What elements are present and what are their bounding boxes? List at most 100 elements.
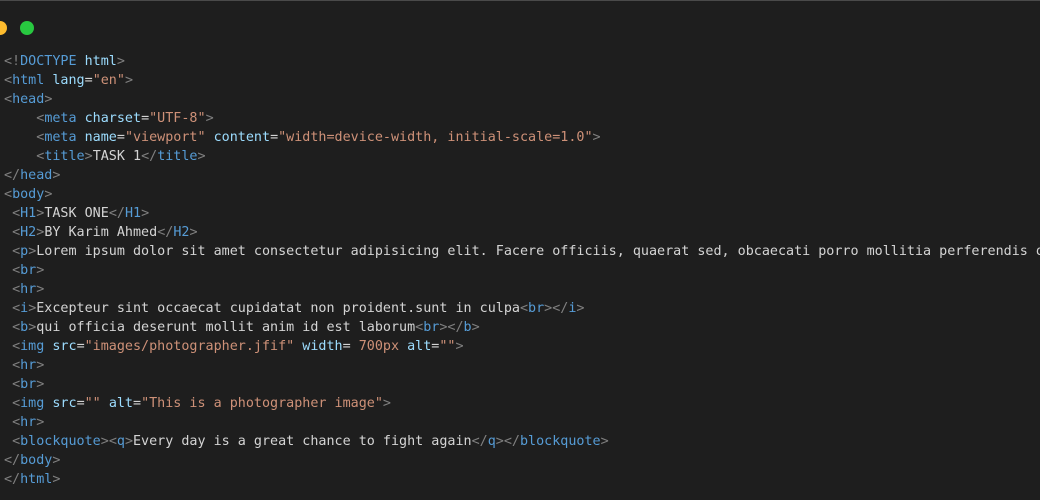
tag-name: hr <box>20 358 37 373</box>
tag-close-punctuation: > <box>124 434 133 449</box>
attribute-value: "images/photographer.jfif" <box>84 339 295 354</box>
tag-open-punctuation: < <box>12 358 21 373</box>
text-content <box>4 130 36 145</box>
title-bar <box>0 1 1040 53</box>
equals-sign: = <box>76 339 85 354</box>
attribute-name: charset <box>84 111 142 126</box>
code-line: <title>TASK 1</title> <box>4 147 1040 166</box>
text-content: Every day is a great chance to fight aga… <box>133 434 472 449</box>
code-window: <!DOCTYPE html> <html lang="en"> <head> <m… <box>0 0 1040 500</box>
tag-open-punctuation: < <box>12 263 21 278</box>
code-line: </head> <box>4 166 1040 185</box>
code-line: <br> <box>4 261 1040 280</box>
tag-name: b <box>463 320 472 335</box>
tag-open-punctuation: <! <box>4 54 21 69</box>
equals-sign: = <box>76 396 85 411</box>
tag-name: DOCTYPE <box>20 54 77 69</box>
tag-name: html <box>12 73 45 88</box>
tag-name: q <box>116 434 125 449</box>
tag-open-punctuation: < <box>4 92 13 107</box>
attribute-value: "" <box>84 396 101 411</box>
code-line: <meta charset="UTF-8"> <box>4 109 1040 128</box>
text-content <box>4 320 12 335</box>
text-content: TASK ONE <box>44 206 109 221</box>
text-content <box>4 244 12 259</box>
attribute-value: "viewport" <box>124 130 206 145</box>
tag-open-punctuation: </ <box>157 225 174 240</box>
tag-close-punctuation: > <box>576 301 585 316</box>
text-content: BY Karim Ahmed <box>44 225 158 240</box>
code-line: <img src="" alt="This is a photographer … <box>4 394 1040 413</box>
code-editor[interactable]: <!DOCTYPE html> <html lang="en"> <head> <m… <box>4 52 1040 489</box>
attribute-value: "en" <box>92 73 125 88</box>
tag-name: q <box>487 434 496 449</box>
code-line: <img src="images/photographer.jfif" widt… <box>4 337 1040 356</box>
code-line: <blockquote><q>Every day is a great chan… <box>4 432 1040 451</box>
tag-name: H2 <box>20 225 37 240</box>
tag-close-punctuation: > <box>36 358 45 373</box>
tag-open-punctuation: < <box>4 187 13 202</box>
zoom-icon[interactable] <box>20 21 34 35</box>
tag-close-punctuation: > <box>52 453 61 468</box>
tag-open-punctuation: </ <box>4 453 21 468</box>
tag-close-punctuation: > <box>36 282 45 297</box>
code-line: <hr> <box>4 356 1040 375</box>
tag-close-punctuation: > <box>44 187 53 202</box>
text-content <box>4 225 12 240</box>
tag-name: head <box>20 168 53 183</box>
tag-open-punctuation: </ <box>552 301 569 316</box>
tag-name: hr <box>20 282 37 297</box>
tag-close-punctuation: > <box>197 149 206 164</box>
code-line: <b>qui officia deserunt mollit anim id e… <box>4 318 1040 337</box>
code-line: <!DOCTYPE html> <box>4 52 1040 71</box>
tag-name: br <box>423 320 440 335</box>
minimize-icon[interactable] <box>0 21 7 35</box>
attribute-name: content <box>213 130 271 145</box>
text-content <box>4 396 12 411</box>
tag-close-punctuation: > <box>116 54 125 69</box>
tag-name: i <box>20 301 29 316</box>
attribute-name: src <box>52 396 77 411</box>
tag-name: blockquote <box>20 434 101 449</box>
text-content <box>4 339 12 354</box>
tag-name: head <box>12 92 45 107</box>
attribute-name: html <box>84 54 117 69</box>
tag-close-punctuation: > <box>36 263 45 278</box>
tag-name: meta <box>44 130 77 145</box>
equals-sign: = <box>270 130 279 145</box>
code-line: <p>Lorem ipsum dolor sit amet consectetu… <box>4 242 1040 261</box>
tag-name: H1 <box>124 206 142 221</box>
attribute-name: name <box>84 130 117 145</box>
text-content <box>4 434 12 449</box>
text-content: Excepteur sint occaecat cupidatat non pr… <box>36 301 520 316</box>
tag-close-punctuation: > <box>84 149 93 164</box>
tag-close-punctuation: > <box>189 225 198 240</box>
tag-name: br <box>528 301 545 316</box>
tag-open-punctuation: < <box>12 377 21 392</box>
tag-close-punctuation: > <box>471 320 480 335</box>
tag-open-punctuation: < <box>12 415 21 430</box>
tag-close-punctuation: > <box>495 434 504 449</box>
code-line: <body> <box>4 185 1040 204</box>
tag-open-punctuation: </ <box>4 168 21 183</box>
tag-close-punctuation: > <box>455 339 464 354</box>
tag-close-punctuation: > <box>100 434 109 449</box>
attribute-value: 700px <box>358 339 400 354</box>
text-content: Lorem ipsum dolor sit amet consectetur a… <box>36 244 1040 259</box>
tag-open-punctuation: < <box>12 282 21 297</box>
text-content <box>4 301 12 316</box>
tag-name: br <box>20 377 37 392</box>
tag-name: b <box>20 320 29 335</box>
tag-open-punctuation: < <box>12 244 21 259</box>
tag-close-punctuation: > <box>44 92 53 107</box>
tag-close-punctuation: > <box>205 111 214 126</box>
attribute-value: "" <box>439 339 456 354</box>
attribute-name: alt <box>407 339 432 354</box>
code-line: <H1>TASK ONE</H1> <box>4 204 1040 223</box>
tag-name: html <box>20 472 53 487</box>
text-content: qui officia deserunt mollit anim id est … <box>36 320 416 335</box>
